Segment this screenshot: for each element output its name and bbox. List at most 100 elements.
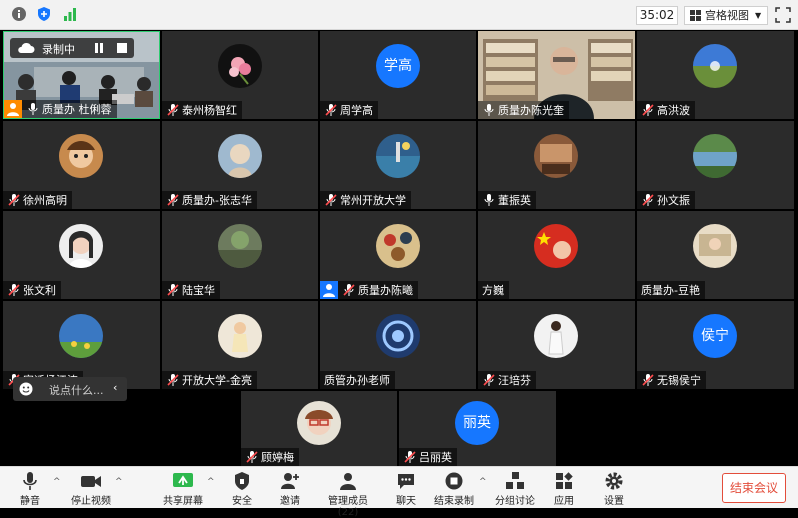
participant-tile[interactable]: 录制中 质量办 杜俐蓉 bbox=[3, 31, 160, 119]
add-user-icon bbox=[281, 473, 299, 489]
participant-name-bar: 质管办孙老师 bbox=[320, 371, 395, 389]
avatar bbox=[376, 314, 420, 358]
participant-name-bar: 质量办-张志华 bbox=[162, 191, 257, 209]
microphone-muted-icon bbox=[483, 374, 495, 386]
participant-tile[interactable]: 方巍 bbox=[478, 211, 635, 299]
chevron-up-icon[interactable]: ^ bbox=[207, 477, 215, 487]
participant-tile[interactable]: 丽英 吕丽英 bbox=[399, 391, 556, 466]
mute-button[interactable]: 静音 bbox=[12, 469, 48, 507]
microphone-muted-icon bbox=[343, 284, 355, 296]
participant-name-bar: 高洪波 bbox=[637, 101, 695, 119]
avatar bbox=[693, 224, 737, 268]
participant-name-bar: 泰州杨智红 bbox=[162, 101, 242, 119]
participant-tile[interactable]: 学高 周学高 bbox=[320, 31, 476, 119]
signal-icon[interactable] bbox=[62, 6, 78, 22]
info-icon[interactable] bbox=[11, 6, 27, 22]
participant-tile[interactable]: 孙文振 bbox=[637, 121, 794, 209]
participant-name: 董振英 bbox=[498, 194, 531, 207]
participant-tile[interactable]: 陆宝华 bbox=[162, 211, 318, 299]
chat-button[interactable]: 聊天 bbox=[394, 469, 418, 507]
stop-recording-button[interactable]: 结束录制 bbox=[434, 469, 474, 507]
participant-tile[interactable]: 质量办-张志华 bbox=[162, 121, 318, 209]
chat-quick-input[interactable]: 说点什么... ‹ bbox=[13, 377, 127, 401]
chevron-up-icon[interactable]: ^ bbox=[479, 477, 487, 487]
participant-tile[interactable]: 董振英 bbox=[478, 121, 635, 209]
participant-name-bar: 质量办陈光奎 bbox=[478, 101, 569, 119]
invite-button[interactable]: 邀请 bbox=[276, 469, 304, 507]
participant-tile[interactable]: 泰州杨智红 bbox=[162, 31, 318, 119]
participant-tile[interactable]: 质量办-豆艳 bbox=[637, 211, 794, 299]
participant-name: 质量办-豆艳 bbox=[641, 284, 700, 297]
microphone-muted-icon bbox=[8, 194, 20, 206]
participant-tile[interactable]: 汪培芬 bbox=[478, 301, 635, 389]
manage-members-label: 管理成员(22) bbox=[328, 496, 368, 518]
chevron-down-icon: ▼ bbox=[755, 11, 762, 20]
mute-label: 静音 bbox=[20, 496, 40, 507]
fullscreen-icon[interactable] bbox=[775, 7, 791, 23]
share-screen-button[interactable]: 共享屏幕 bbox=[162, 469, 204, 507]
breakout-rooms-icon bbox=[506, 472, 524, 489]
participant-tile[interactable]: 常州开放大学 bbox=[320, 121, 476, 209]
host-badge-icon bbox=[4, 100, 22, 118]
participant-tile[interactable]: 侯宁 无锡侯宁 bbox=[637, 301, 794, 389]
microphone-muted-icon bbox=[642, 194, 654, 206]
participant-tile[interactable]: 徐州高明 bbox=[3, 121, 160, 209]
settings-button[interactable]: 设置 bbox=[602, 469, 626, 507]
participant-tile[interactable]: 顾婷梅 bbox=[241, 391, 397, 466]
microphone-muted-icon bbox=[642, 104, 654, 116]
stop-recording-label: 结束录制 bbox=[434, 496, 474, 507]
avatar bbox=[59, 314, 103, 358]
shield-icon[interactable] bbox=[36, 6, 52, 22]
manage-members-button[interactable]: 管理成员(22) bbox=[318, 469, 378, 518]
participant-name: 质量办-张志华 bbox=[182, 194, 252, 207]
chevron-up-icon[interactable]: ^ bbox=[53, 477, 61, 487]
grid-view-icon bbox=[690, 10, 701, 21]
participant-name-bar: 常州开放大学 bbox=[320, 191, 411, 209]
video-grid: 录制中 质量办 杜俐蓉 泰州杨智红 学高 周学高 质量办陈光奎 高洪波 徐州高明… bbox=[0, 30, 798, 466]
participant-name-bar: 孙文振 bbox=[637, 191, 695, 209]
participant-tile[interactable]: 质量办陈光奎 bbox=[478, 31, 635, 119]
participant-tile[interactable]: 宿迁杨江涛 bbox=[3, 301, 160, 389]
invite-label: 邀请 bbox=[280, 496, 300, 507]
recording-indicator[interactable]: 录制中 bbox=[10, 38, 134, 58]
microphone-muted-icon bbox=[167, 284, 179, 296]
participant-name-bar: 无锡侯宁 bbox=[637, 371, 706, 389]
microphone-icon bbox=[28, 103, 38, 115]
chevron-up-icon[interactable]: ^ bbox=[115, 477, 123, 487]
cohost-badge-icon bbox=[320, 281, 338, 299]
view-mode-button[interactable]: 宫格视图 ▼ bbox=[684, 6, 768, 25]
top-bar: 35:02 宫格视图 ▼ bbox=[0, 0, 798, 30]
members-icon bbox=[340, 473, 356, 490]
avatar bbox=[218, 224, 262, 268]
breakout-rooms-button[interactable]: 分组讨论 bbox=[494, 469, 536, 507]
chat-label: 聊天 bbox=[396, 496, 416, 507]
meeting-toolbar: 静音 ^ 停止视频 ^ 共享屏幕 ^ 安全 邀请 管理成员(22) 聊天 结束录… bbox=[0, 466, 798, 518]
participant-tile[interactable]: 质管办孙老师 bbox=[320, 301, 476, 389]
avatar bbox=[59, 134, 103, 178]
microphone-icon bbox=[484, 194, 494, 206]
participant-name: 无锡侯宁 bbox=[657, 374, 701, 387]
participant-name-bar: 陆宝华 bbox=[162, 281, 220, 299]
end-meeting-button[interactable]: 结束会议 bbox=[722, 473, 786, 503]
chat-icon bbox=[398, 474, 414, 489]
apps-button[interactable]: 应用 bbox=[552, 469, 576, 507]
emoji-icon[interactable] bbox=[19, 382, 33, 396]
stop-icon[interactable] bbox=[117, 43, 127, 53]
stop-video-button[interactable]: 停止视频 bbox=[68, 469, 114, 507]
microphone-muted-icon bbox=[642, 374, 654, 386]
avatar bbox=[534, 224, 578, 268]
participant-name: 周学高 bbox=[340, 104, 373, 117]
participant-tile[interactable]: 质量办陈曦 bbox=[320, 211, 476, 299]
participant-tile[interactable]: 张文利 bbox=[3, 211, 160, 299]
microphone-muted-icon bbox=[167, 104, 179, 116]
pause-icon[interactable] bbox=[94, 43, 104, 53]
microphone-muted-icon bbox=[404, 451, 416, 463]
chevron-left-icon[interactable]: ‹ bbox=[113, 381, 117, 394]
apps-label: 应用 bbox=[554, 496, 574, 507]
participant-name: 汪培芬 bbox=[498, 374, 531, 387]
security-button[interactable]: 安全 bbox=[228, 469, 256, 507]
participant-tile[interactable]: 开放大学-金亮 bbox=[162, 301, 318, 389]
avatar bbox=[376, 134, 420, 178]
participant-tile[interactable]: 高洪波 bbox=[637, 31, 794, 119]
participant-name: 质管办孙老师 bbox=[324, 374, 390, 387]
